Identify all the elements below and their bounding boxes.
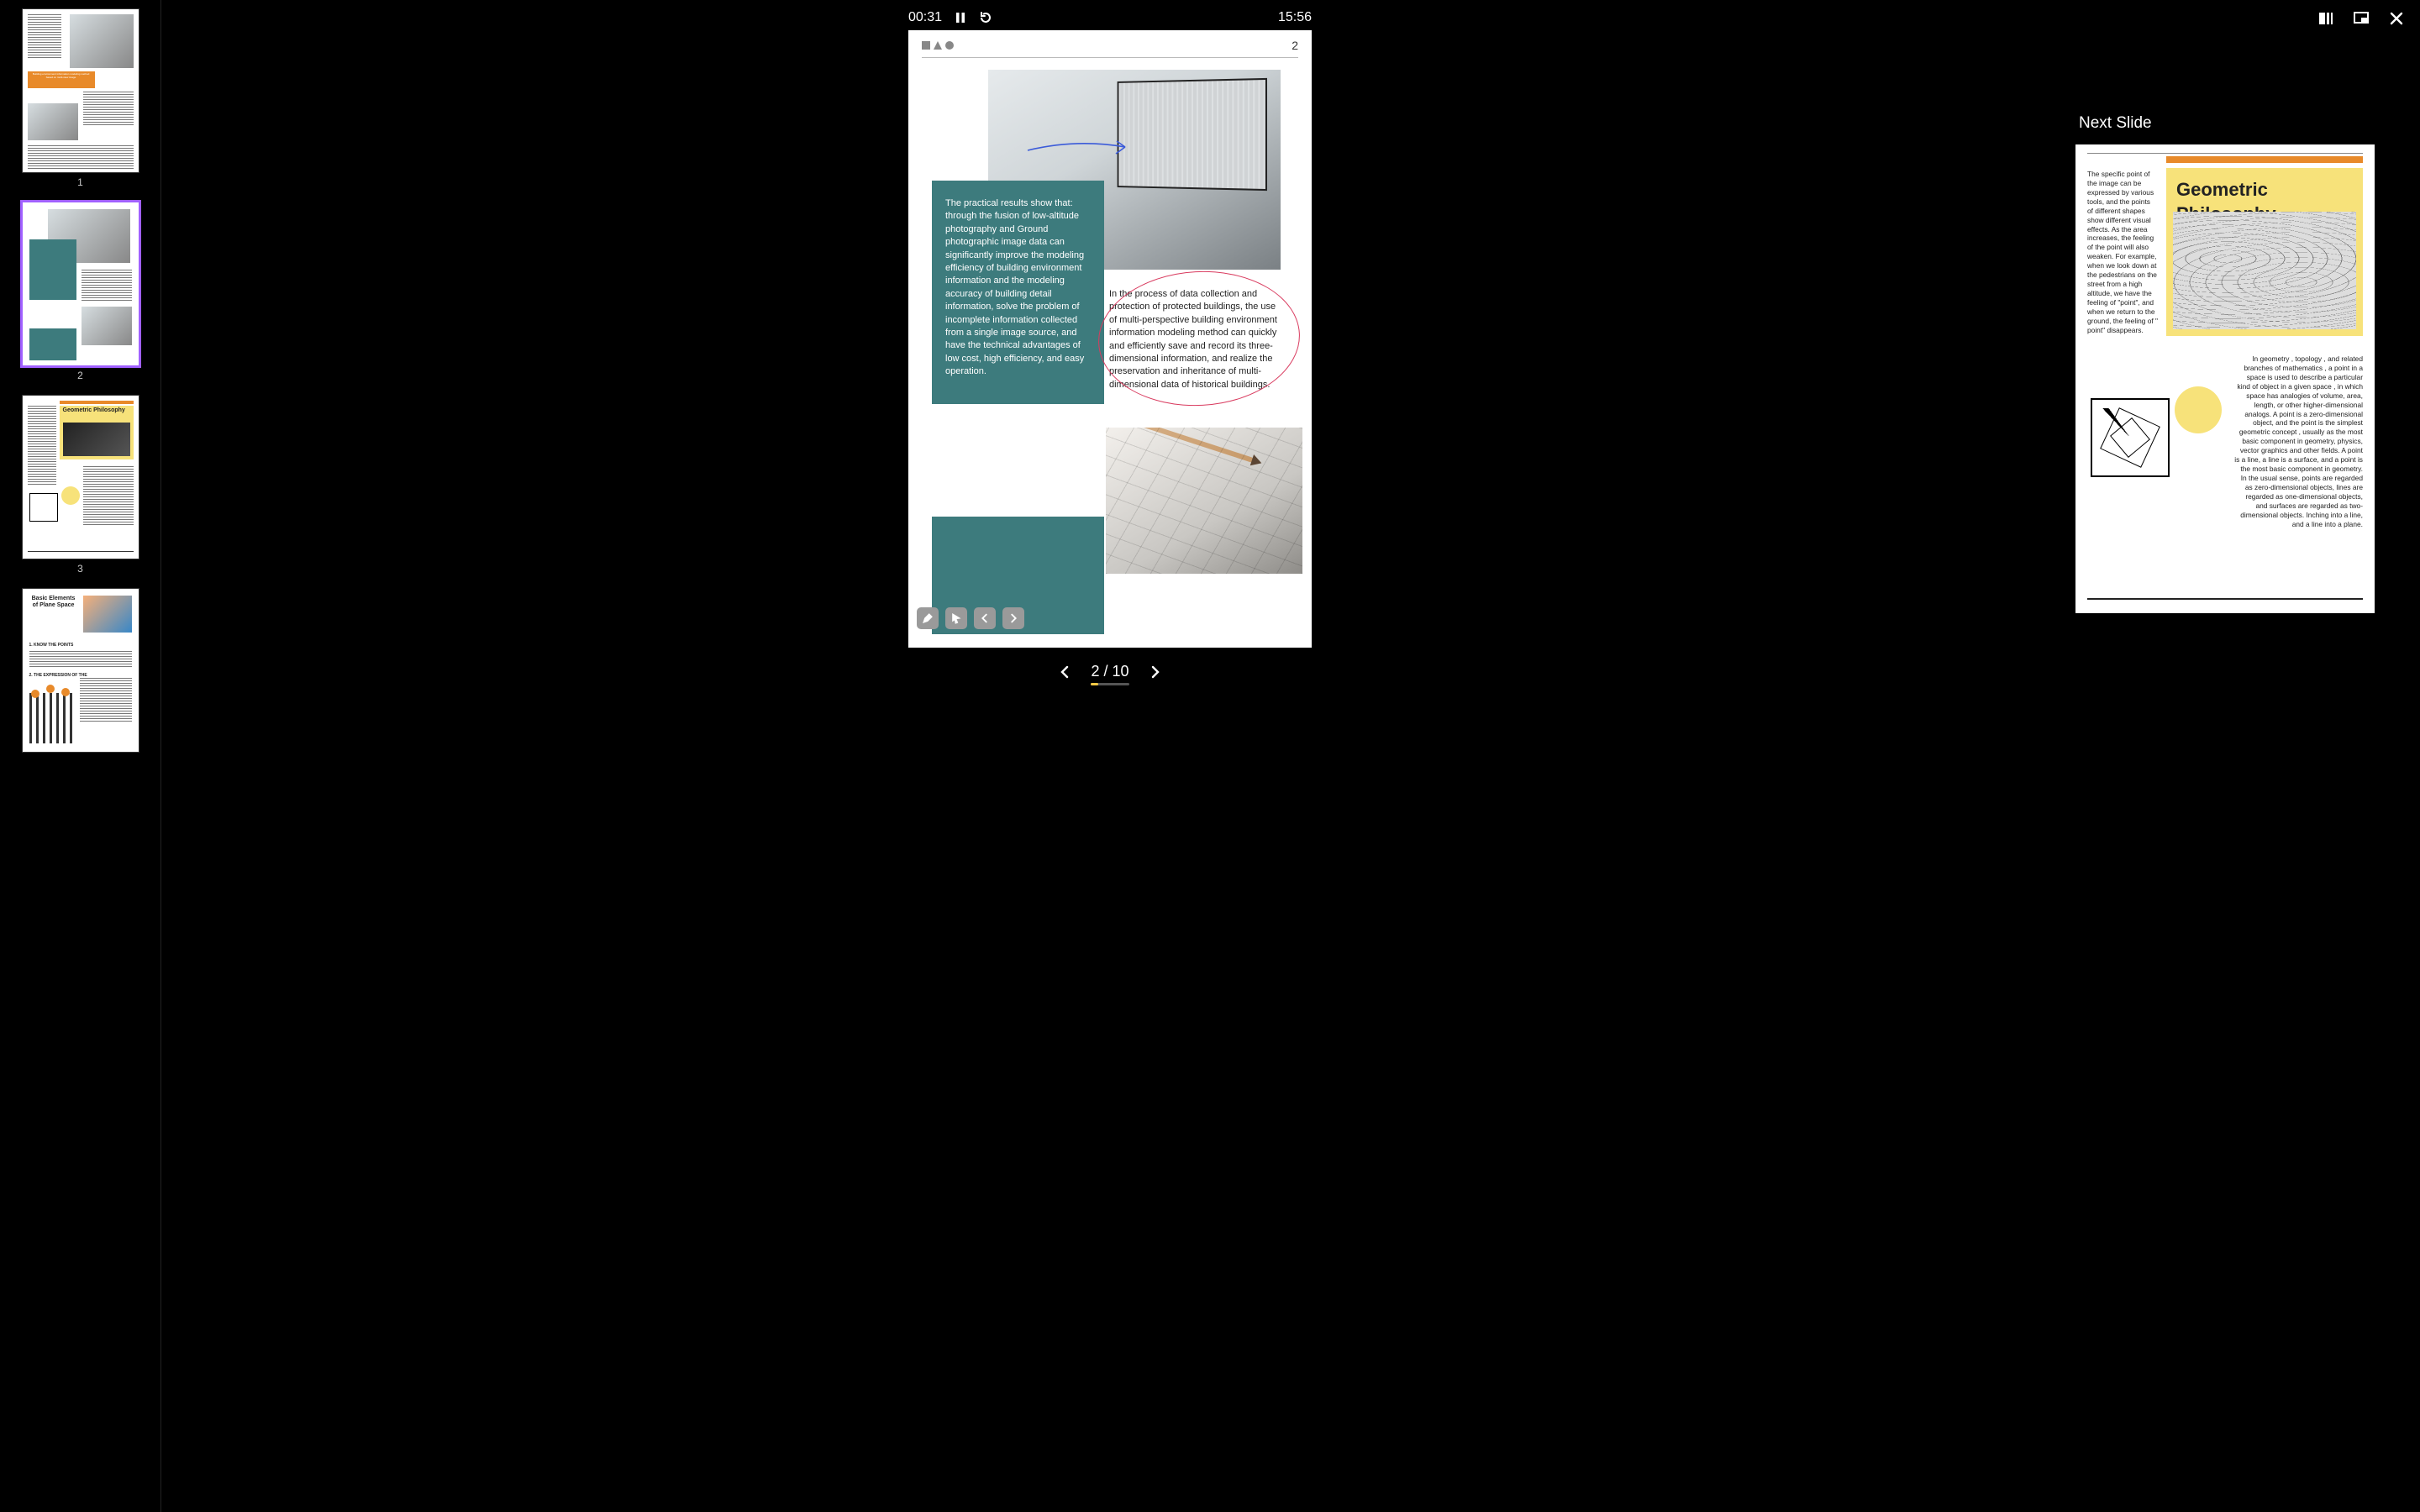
thumbnail-3-label: 3 — [15, 563, 145, 575]
next-slide-label: Next Slide — [2079, 114, 2386, 133]
thumbnail-3[interactable]: Geometric Philosophy 3 — [15, 395, 145, 575]
yellow-circle — [2175, 386, 2222, 433]
page-counter: 2 / 10 — [1091, 663, 1128, 680]
circled-text: In the process of data collection and pr… — [1106, 285, 1289, 395]
slide-header: 2 — [908, 30, 1312, 57]
thumbnail-4[interactable]: Basic Elements of Plane Space 1. KNOW TH… — [15, 588, 145, 753]
pause-button[interactable] — [954, 11, 967, 24]
thumbnail-2-label: 2 — [15, 370, 145, 381]
thumb4-title: Basic Elements of Plane Space — [29, 596, 78, 610]
elapsed-time: 00:31 — [908, 10, 942, 25]
thumbnail-1-label: 1 — [15, 176, 145, 188]
thumb1-band: Building environment information modelin… — [28, 71, 95, 88]
slide-logo-shapes — [922, 41, 954, 50]
thumbnail-sidebar[interactable]: Building environment information modelin… — [0, 0, 161, 1512]
slide-page-number: 2 — [1292, 39, 1298, 52]
player-controls: 00:31 15:56 — [908, 0, 1312, 30]
tool-prev-button[interactable] — [974, 607, 996, 629]
spiral-box — [2091, 398, 2170, 477]
pointer-tool-button[interactable] — [945, 607, 967, 629]
next-slide-preview: Geometric Philosophy The specific point … — [2075, 144, 2375, 613]
wavy-image — [2173, 212, 2356, 329]
prev-slide-button[interactable] — [1057, 664, 1072, 680]
tool-next-button[interactable] — [1002, 607, 1024, 629]
pip-icon[interactable] — [2353, 10, 2370, 27]
current-slide: 2 The practical results show that: throu… — [908, 30, 1312, 648]
pen-tool-button[interactable] — [917, 607, 939, 629]
lower-image — [1106, 428, 1302, 574]
annotation-toolbar — [917, 607, 1024, 629]
thumb4-sec1: 1. KNOW THE POINTS — [29, 643, 74, 648]
next-left-text: The specific point of the image can be e… — [2087, 170, 2158, 335]
close-icon[interactable] — [2388, 10, 2405, 27]
total-time: 15:56 — [1278, 10, 1312, 25]
next-slide-button[interactable] — [1148, 664, 1163, 680]
next-slide-panel: Next Slide Geometric Philosophy The spec… — [2059, 0, 2420, 1512]
stage: 00:31 15:56 2 — [161, 0, 2059, 1512]
grid-view-icon[interactable] — [2317, 10, 2334, 27]
next-right-text: In geometry , topology , and related bra… — [2233, 354, 2363, 529]
thumbnail-2[interactable]: 2 — [15, 202, 145, 381]
restart-button[interactable] — [979, 11, 992, 24]
pager: 2 / 10 — [1057, 663, 1162, 680]
thumbnail-1[interactable]: Building environment information modelin… — [15, 8, 145, 188]
thumb3-title: Geometric Philosophy — [63, 407, 125, 414]
page-progress-bar — [1091, 683, 1129, 685]
teal-text-box: The practical results show that: through… — [932, 181, 1104, 404]
window-controls — [2317, 10, 2405, 27]
thumb4-sec2: 2. THE EXPRESSION OF THE — [29, 673, 87, 678]
presentation-player: Building environment information modelin… — [0, 0, 2420, 1512]
